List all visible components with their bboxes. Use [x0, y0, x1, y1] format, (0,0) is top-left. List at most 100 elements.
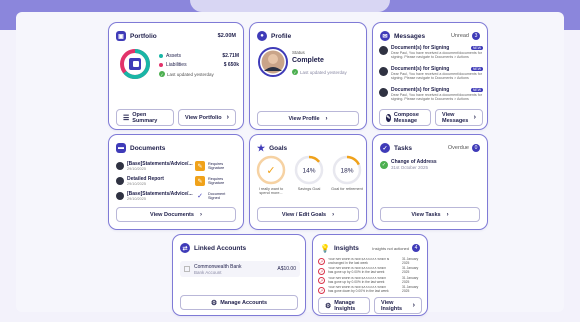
- dashboard: ▣ Portfolio $2.00M Assets $2.71M Liabili…: [16, 12, 564, 316]
- tasks-card: ✓ Tasks Overdue 0 ✓ Change of Address 31…: [372, 134, 488, 230]
- trend-icon: ↗: [318, 267, 325, 275]
- link-icon: ⇄: [180, 243, 190, 253]
- document-status: Requires Signature: [208, 176, 225, 185]
- document-date: 29/10/2025: [127, 167, 147, 171]
- insight-item[interactable]: ↗ Your Net Worth is now $XXXXXX which has…: [318, 286, 424, 296]
- open-summary-button[interactable]: ☰ Open Summary: [116, 109, 174, 126]
- goal-percent: 18%: [340, 168, 353, 175]
- document-info: [Base]Statements/Advice/... 29/10/2025: [127, 191, 193, 201]
- message-item[interactable]: Document(s) for Signing NEW Dear Paul, You…: [379, 66, 483, 84]
- document-date: 29/10/2025: [127, 182, 147, 186]
- message-body: Dear Paul, You have received a document/…: [391, 93, 482, 102]
- goal-ring: 14%: [294, 155, 324, 185]
- goal-item[interactable]: 14% Savings Goal: [292, 155, 326, 203]
- insight-item[interactable]: ↗ Your Net Worth is now $XXXXXX which has…: [318, 276, 424, 286]
- portfolio-donut: [118, 47, 152, 81]
- message-item[interactable]: Document(s) for Signing NEW Dear Paul, You…: [379, 45, 483, 63]
- trend-icon: ↗: [318, 277, 325, 285]
- profile-card: ● Profile Status Complete ✓ Last updated…: [249, 22, 367, 130]
- insight-text: Your Net Worth is now $XXXXXX which is u…: [328, 257, 390, 265]
- manage-accounts-button[interactable]: ⚙ Manage Accounts: [180, 295, 298, 310]
- profile-avatar: [258, 47, 288, 77]
- profile-updated: Last updated yesterday: [300, 69, 347, 75]
- view-documents-button[interactable]: View Documents ›: [116, 207, 236, 222]
- document-owner-avatar: [116, 177, 124, 185]
- document-info: [Base]Statements/Advice/... 29/10/2025: [127, 161, 193, 171]
- view-edit-goals-button[interactable]: View / Edit Goals ›: [257, 207, 359, 222]
- liabilities-dot-icon: [159, 63, 163, 67]
- chevron-right-icon: ›: [226, 114, 229, 121]
- document-info: Detailed Report 29/10/2025: [127, 176, 193, 186]
- goal-label: Goal for retirement: [331, 187, 363, 191]
- documents-title: Documents: [130, 144, 166, 152]
- profile-status-label: Status: [292, 50, 305, 55]
- linked-accounts-card: ⇄ Linked Accounts Commonwealth Bank Bank…: [172, 234, 306, 316]
- goal-item[interactable]: 18% Goal for retirement: [330, 155, 364, 203]
- documents-list: [Base]Statements/Advice/... 29/10/2025 ✎ Re…: [116, 159, 238, 204]
- sender-avatar: [379, 46, 388, 55]
- check-icon: ✓: [292, 69, 298, 75]
- insight-item[interactable]: ↗ Your Net Worth is now $XXXXXX which is …: [318, 257, 424, 267]
- document-owner-avatar: [116, 192, 124, 200]
- new-badge: NEW: [470, 67, 483, 71]
- chevron-right-icon: ›: [412, 302, 415, 309]
- insights-title: Insights: [333, 244, 359, 252]
- document-row[interactable]: Detailed Report 29/10/2025 ✎ Requires Signa…: [116, 174, 238, 188]
- chevron-right-icon: ›: [332, 211, 335, 218]
- documents-card: ▬ Documents [Base]Statements/Advice/... 2…: [108, 134, 244, 230]
- checkmark-icon: ✓: [380, 143, 390, 153]
- new-badge: NEW: [470, 88, 483, 92]
- message-text: Document(s) for Signing NEW Dear Paul, You…: [391, 66, 483, 80]
- gear-icon: ⚙: [210, 299, 218, 307]
- insights-unread-label: Insights not actioned: [372, 245, 409, 251]
- assets-dot-icon: [159, 54, 163, 58]
- view-portfolio-button[interactable]: View Portfolio ›: [178, 109, 236, 126]
- message-text: Document(s) for Signing NEW Dear Paul, You…: [391, 87, 483, 101]
- signature-warning-icon: ✎: [195, 161, 205, 171]
- task-done-icon: ✓: [380, 160, 388, 169]
- document-date: 29/10/2025: [127, 197, 147, 201]
- document-row[interactable]: [Base]Statements/Advice/... 29/10/2025 ✓ Do…: [116, 189, 238, 203]
- bank-sub: Bank Account: [194, 269, 222, 275]
- portfolio-card: ▣ Portfolio $2.00M Assets $2.71M Liabili…: [108, 22, 244, 130]
- goals-card: ★ Goals ✓ I really want to spend more... 1…: [249, 134, 367, 230]
- insight-item[interactable]: ↗ Your Net Worth is now $XXXXXX which has…: [318, 267, 424, 277]
- liabilities-label: Liabilities: [166, 62, 187, 68]
- compose-message-button[interactable]: ✎ Compose Message: [379, 109, 431, 126]
- view-insights-button[interactable]: View Insights ›: [374, 297, 422, 314]
- signature-warning-icon: ✎: [195, 176, 205, 186]
- user-icon: ●: [257, 31, 267, 41]
- goal-item[interactable]: ✓ I really want to spend more...: [254, 155, 288, 203]
- portfolio-updated: Last updated yesterday: [167, 71, 214, 77]
- messages-unread-badge: 3: [472, 32, 480, 40]
- chat-icon: ✉: [380, 31, 390, 41]
- insights-unread-badge: 4: [412, 244, 420, 252]
- manage-insights-button[interactable]: ⚙ Manage Insights: [318, 297, 370, 314]
- portfolio-title: Portfolio: [130, 32, 157, 40]
- star-icon: ★: [257, 142, 266, 153]
- document-row[interactable]: [Base]Statements/Advice/... 29/10/2025 ✎ Re…: [116, 159, 238, 173]
- view-tasks-button[interactable]: View Tasks ›: [380, 207, 480, 222]
- assets-value: $2.71M: [222, 53, 239, 59]
- list-icon: ☰: [123, 114, 130, 122]
- goal-label: I really want to spend more...: [258, 187, 284, 196]
- view-profile-button[interactable]: View Profile ›: [257, 111, 359, 126]
- goal-ring: ✓: [256, 155, 286, 185]
- portfolio-total: $2.00M: [217, 33, 236, 39]
- message-item[interactable]: Document(s) for Signing NEW Dear Paul, You…: [379, 87, 483, 105]
- insight-date: 31 January 2025: [402, 285, 419, 294]
- lightbulb-icon: 💡: [320, 243, 330, 253]
- assets-label: Assets: [166, 53, 182, 59]
- message-text: Document(s) for Signing NEW Dear Paul, You…: [391, 45, 483, 59]
- insight-date: 31 January 2025: [402, 275, 419, 284]
- messages-title: Messages: [394, 32, 426, 40]
- task-item[interactable]: ✓ Change of Address 31st October 2025: [380, 159, 437, 170]
- messages-card: ✉ Messages Unread 3 Document(s) for Sign…: [372, 22, 488, 130]
- sender-avatar: [379, 88, 388, 97]
- goals-list: ✓ I really want to spend more... 14% Saving…: [254, 155, 364, 203]
- check-icon: ✓: [159, 71, 165, 77]
- message-body: Dear Paul, You have received a document/…: [391, 72, 482, 81]
- bank-account-row[interactable]: Commonwealth Bank Bank Account A$10.00: [180, 261, 300, 277]
- view-messages-button[interactable]: View Messages ›: [435, 109, 483, 126]
- goal-ring: 18%: [332, 155, 362, 185]
